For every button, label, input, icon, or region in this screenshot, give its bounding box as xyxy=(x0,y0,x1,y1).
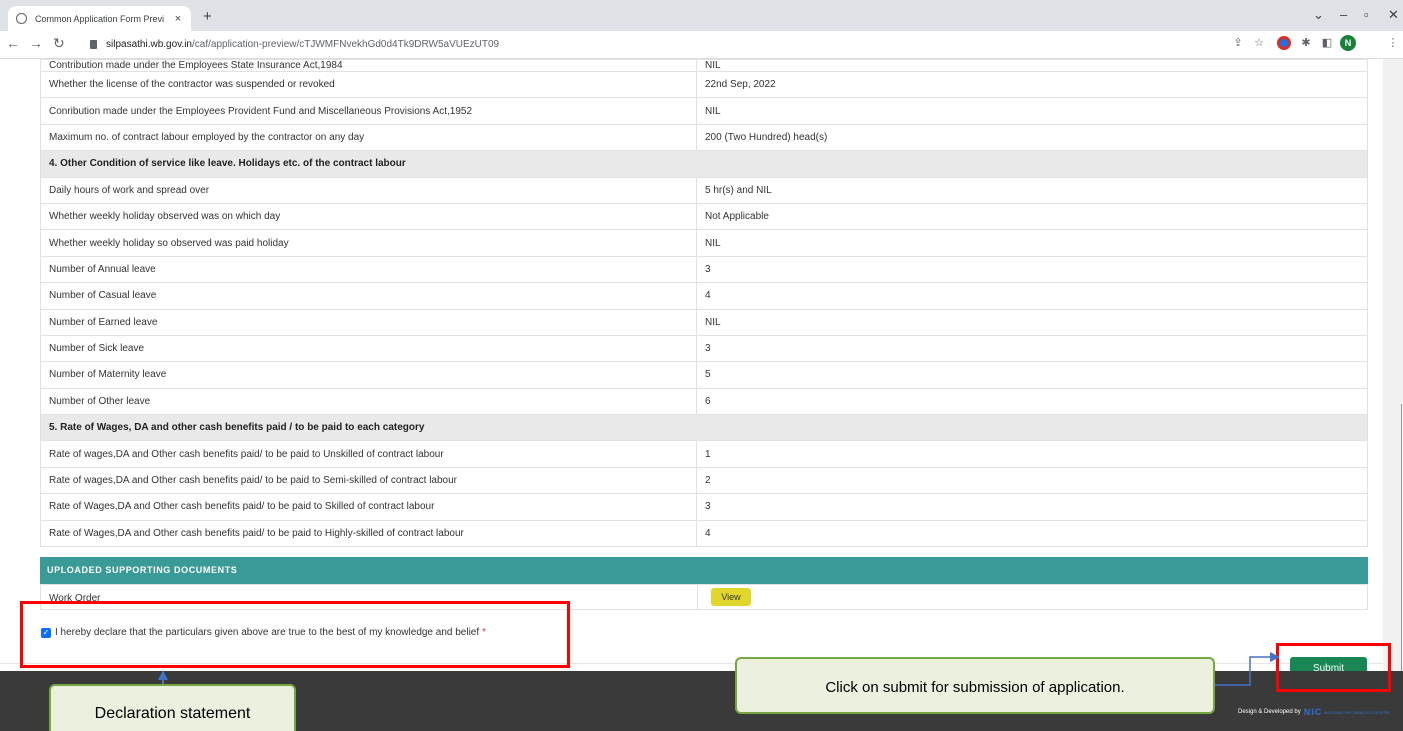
submit-arrow xyxy=(1214,652,1280,686)
declaration-callout: Declaration statement xyxy=(49,684,296,731)
annotation-arrows xyxy=(158,652,1280,686)
submit-callout: Click on submit for submission of applic… xyxy=(735,657,1215,714)
